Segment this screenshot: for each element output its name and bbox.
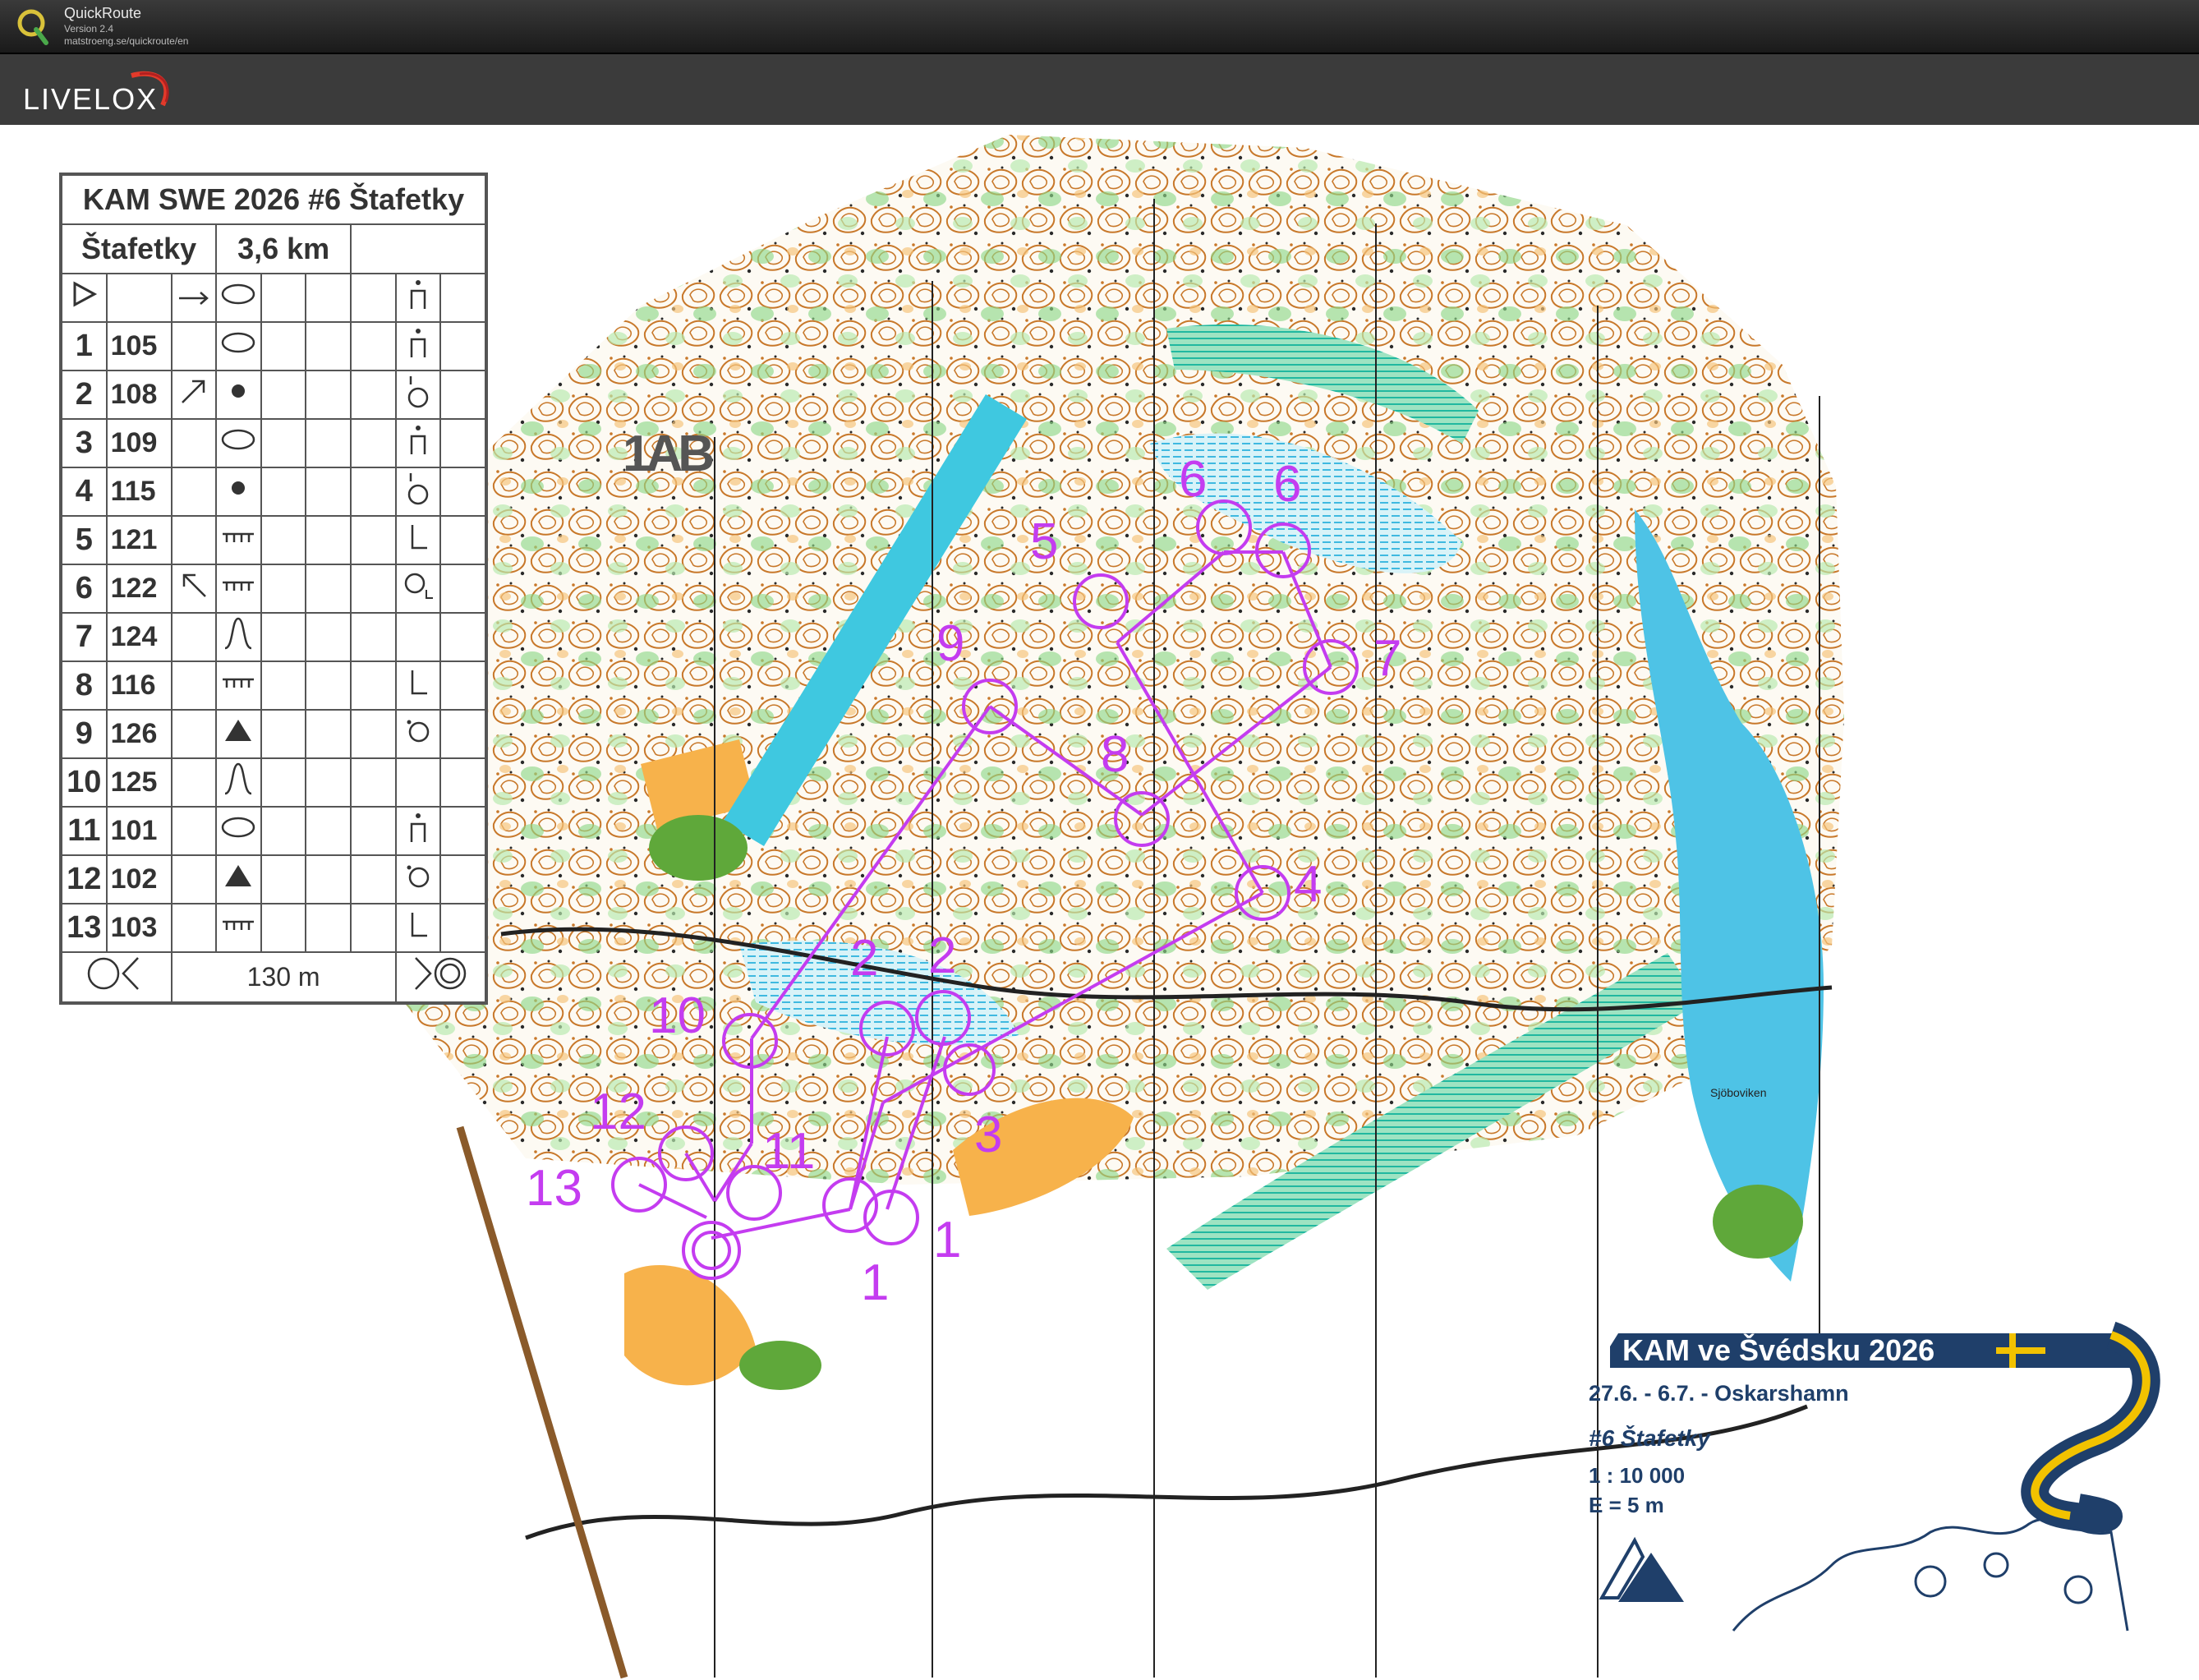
- control-row: 2 108: [60, 370, 487, 420]
- event-dates: 27.6. - 6.7. - Oskarshamn: [1589, 1381, 1849, 1406]
- description-climb: [350, 223, 487, 274]
- foot-icon: [394, 854, 442, 904]
- event-info-panel: KAM ve Švédsku 2026 27.6. - 6.7. - Oskar…: [1585, 1319, 2160, 1647]
- control-row: 5 121: [60, 515, 487, 565]
- control-number: 10: [649, 987, 706, 1044]
- control-row: 4 115: [60, 467, 487, 517]
- event-title: KAM ve Švédsku 2026: [1622, 1333, 1935, 1367]
- control-number: 4: [1294, 856, 1322, 913]
- knoll-icon: [215, 273, 262, 323]
- control-row: 10 125: [60, 757, 487, 808]
- control-number: 8: [1101, 726, 1129, 783]
- foot-corner-icon: [394, 564, 442, 614]
- knoll-icon: [215, 418, 262, 468]
- quickroute-titlebar: QuickRoute Version 2.4 matstroeng.se/qui…: [0, 0, 2199, 54]
- dense-forest: [649, 815, 748, 881]
- foot-icon: [394, 467, 442, 517]
- start-triangle-icon: [60, 273, 108, 323]
- finish-row: 130 m: [60, 951, 488, 1004]
- location-icon: [394, 321, 442, 371]
- control-number: 7: [1373, 630, 1401, 687]
- cliff-icon: [215, 564, 262, 614]
- control-row: 6 122: [60, 564, 487, 614]
- boulder-icon: [215, 467, 262, 517]
- control-row: 3 109: [60, 418, 487, 468]
- place-name-label: Sjöboviken: [1710, 1086, 1767, 1099]
- control-number: 5: [1030, 513, 1058, 570]
- arrow-northeast-icon: [170, 370, 218, 420]
- cliff-icon: [215, 903, 262, 953]
- control-row: 8 116: [60, 660, 487, 711]
- foot-icon: [394, 370, 442, 420]
- corner-icon: [394, 903, 442, 953]
- dense-forest: [1713, 1185, 1803, 1259]
- navigate-to-finish-icon: [60, 951, 173, 1004]
- location-icon: [394, 418, 442, 468]
- control-row: 11 101: [60, 806, 487, 856]
- reentrant-icon: [215, 612, 262, 662]
- control-number: 12: [590, 1084, 646, 1140]
- control-description-sheet: KAM SWE 2026 #6 Štafetky Štafetky 3,6 km…: [59, 173, 488, 1005]
- description-length: 3,6 km: [215, 223, 352, 274]
- cliff-icon: [215, 660, 262, 711]
- cliff-icon: [215, 515, 262, 565]
- livelox-swoosh-icon: [131, 71, 169, 107]
- control-number: 9: [936, 615, 964, 672]
- control-number: 2: [850, 930, 878, 987]
- reentrant-icon: [215, 757, 262, 808]
- map-scale: 1 : 10 000: [1589, 1463, 1686, 1488]
- control-number: 2: [928, 927, 956, 984]
- control-number: 13: [526, 1160, 582, 1217]
- summit-triangle-icon: [215, 709, 262, 759]
- knoll-icon: [215, 806, 262, 856]
- finish-distance: 130 m: [170, 951, 397, 1004]
- open-land-area: [624, 1265, 756, 1386]
- control-row: 13 103: [60, 903, 487, 953]
- boulder-icon: [215, 370, 262, 420]
- control-row: 7 124: [60, 612, 487, 662]
- description-class: Štafetky: [59, 223, 218, 274]
- control-number: 3: [974, 1107, 1002, 1163]
- map-overlay-label: 1AB: [623, 426, 715, 482]
- finish-icon: [394, 951, 488, 1004]
- livelox-header: LIVELOX: [0, 54, 2199, 125]
- corner-icon: [394, 515, 442, 565]
- start-row: [60, 273, 487, 323]
- app-version: Version 2.4: [64, 23, 114, 35]
- app-name: QuickRoute: [64, 5, 142, 21]
- dense-forest: [739, 1341, 821, 1390]
- event-race: #6 Štafetky: [1589, 1425, 1710, 1451]
- control-row: 1 105: [60, 321, 487, 371]
- control-number: 6: [1273, 456, 1301, 513]
- location-icon: [394, 273, 442, 323]
- quickroute-logo-icon: [17, 9, 48, 45]
- control-row: 9 126: [60, 709, 487, 759]
- control-number: 1: [933, 1212, 961, 1268]
- app-url: matstroeng.se/quickroute/en: [64, 35, 189, 47]
- location-icon: [394, 806, 442, 856]
- control-number: 11: [762, 1123, 815, 1180]
- corner-icon: [394, 660, 442, 711]
- arrow-northwest-icon: [170, 564, 218, 614]
- knoll-icon: [215, 321, 262, 371]
- arrow-right-icon: [170, 273, 218, 323]
- description-title: KAM SWE 2026 #6 Štafetky: [60, 173, 487, 225]
- foot-icon: [394, 709, 442, 759]
- control-number: 6: [1179, 451, 1207, 508]
- contour-interval: E = 5 m: [1589, 1493, 1664, 1517]
- summit-triangle-icon: [215, 854, 262, 904]
- control-number: 1: [861, 1254, 889, 1311]
- control-row: 12 102: [60, 854, 487, 904]
